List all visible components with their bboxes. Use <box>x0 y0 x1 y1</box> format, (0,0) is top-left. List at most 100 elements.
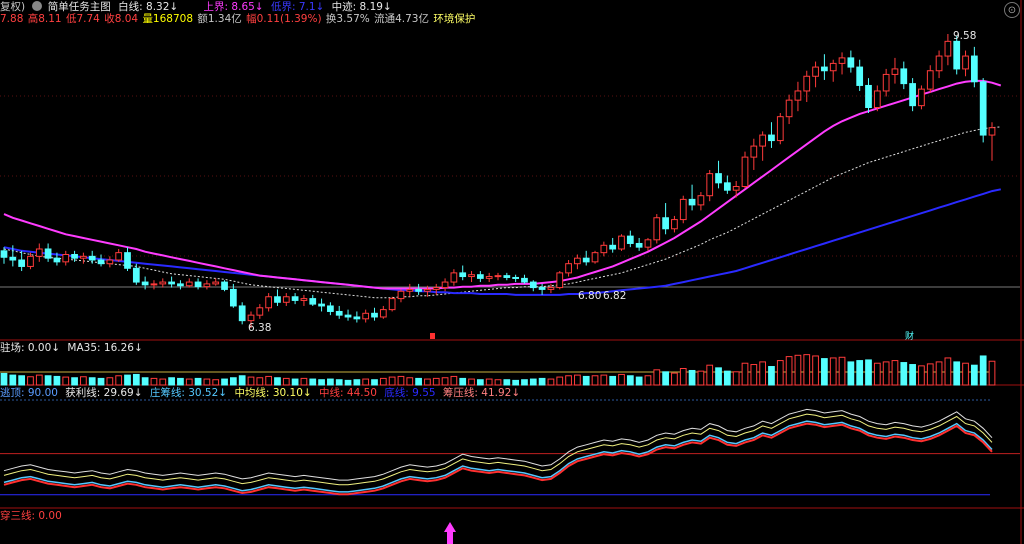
quote-turnover: 换3.57% <box>325 13 370 25</box>
volume-bar <box>415 377 422 386</box>
volume-bar <box>829 357 837 386</box>
volume-bar <box>291 378 299 386</box>
volume-label-2: MA35: 16.26↓ <box>67 342 143 354</box>
quote-float: 流通4.73亿 <box>374 13 429 25</box>
candle-body <box>459 272 467 278</box>
volume-bar <box>944 357 952 386</box>
candle-body <box>468 274 475 278</box>
ind-escape-top: 逃顶: 90.00 <box>0 387 58 399</box>
volume-bar <box>177 377 184 386</box>
candle-body <box>529 281 537 289</box>
candle-body <box>309 298 317 305</box>
white-line-value: 白线: 8.32↓ <box>118 1 179 13</box>
zoom-icon[interactable]: ⊙ <box>1004 2 1020 18</box>
volume-bar <box>194 377 202 386</box>
candle-body <box>759 134 767 147</box>
adjust-label[interactable]: 复权) <box>0 1 25 13</box>
volume-bar <box>547 378 555 386</box>
volume-bar <box>662 371 669 386</box>
volume-bar <box>574 374 581 386</box>
candle-body <box>944 40 952 57</box>
quote-sector[interactable]: 环境保护 <box>433 13 475 25</box>
mid-price-label-2: 6.82 <box>603 290 627 302</box>
volume-bar <box>150 377 158 386</box>
volume-bar <box>979 355 987 386</box>
candle-body <box>926 70 934 90</box>
volume-bar <box>274 377 281 386</box>
signal-marker <box>430 333 435 339</box>
candle-body <box>0 250 8 258</box>
quote-bar: 7.88 高8.11 低7.74 收8.04 量168708 额1.34亿 幅0… <box>0 13 479 26</box>
upper-value: 上界: 8.65↓ <box>203 1 264 13</box>
candle-body <box>203 283 211 288</box>
mid-price-label: 6.80 <box>578 290 602 302</box>
candle-body <box>626 235 634 244</box>
formula-name[interactable]: 简单任务主图 <box>48 1 111 13</box>
candle-body <box>353 316 361 320</box>
volume-bar <box>124 374 131 386</box>
candle-body <box>71 254 78 259</box>
cross-label: 穿三线: 0.00 <box>0 510 62 522</box>
candle-body <box>574 257 581 265</box>
candle-body <box>662 217 669 230</box>
volume-bar <box>432 377 440 386</box>
volume-bar <box>247 376 255 386</box>
candle-body <box>406 288 414 292</box>
candle-body <box>706 173 714 197</box>
gear-icon[interactable] <box>32 1 43 11</box>
event-marker[interactable]: 财 <box>905 331 914 344</box>
candle-body <box>300 298 308 301</box>
volume-bar <box>900 362 908 386</box>
volume-bar <box>565 375 572 386</box>
quote-change: 幅0.11(1.39%) <box>246 13 322 25</box>
volume-bar <box>441 377 449 386</box>
candle-body <box>776 116 784 142</box>
candle-body <box>106 259 114 265</box>
candle-body <box>229 288 237 307</box>
volume-bar <box>476 379 484 386</box>
quote-high: 高8.11 <box>27 13 62 25</box>
volume-bar <box>300 377 308 386</box>
volume-bar <box>538 377 546 386</box>
candle-body <box>873 90 881 109</box>
volume-bar <box>723 370 731 386</box>
candle-body <box>415 288 422 292</box>
candle-body <box>988 127 996 136</box>
candle-body <box>953 40 961 70</box>
candle-body <box>785 99 793 118</box>
volume-bar <box>556 376 564 386</box>
volume-bar <box>635 376 643 386</box>
volume-bar <box>309 378 317 386</box>
volume-bar <box>918 365 925 386</box>
ind-mid-avg: 中均线: 30.10↓ <box>234 387 312 399</box>
candle-body <box>821 66 828 72</box>
volume-bar <box>953 361 961 386</box>
volume-bar <box>406 377 414 386</box>
lower-value: 低界: 7.1↓ <box>270 1 325 13</box>
volume-bar <box>203 378 211 386</box>
volume-bar <box>327 378 334 386</box>
candle-body <box>697 195 705 206</box>
volume-bar <box>335 379 343 386</box>
osc-red-line <box>3 422 993 496</box>
volume-bar <box>812 355 819 386</box>
candle-body <box>388 298 396 311</box>
candle-body <box>27 255 34 267</box>
quote-volume: 量168708 <box>142 13 194 25</box>
volume-bar <box>847 361 855 386</box>
volume-bar <box>741 362 749 386</box>
volume-bar <box>229 377 237 386</box>
volume-bar <box>168 377 175 386</box>
candle-body <box>247 314 255 322</box>
candle-body <box>344 314 352 318</box>
candle-body <box>185 281 193 287</box>
middle-value: 中迹: 8.19↓ <box>331 1 392 13</box>
volume-bar <box>653 369 661 386</box>
volume-bar <box>62 376 70 386</box>
candle-body <box>847 57 855 68</box>
candle-body <box>424 288 431 292</box>
candle-body <box>715 173 722 184</box>
candle-body <box>168 281 175 285</box>
candle-body <box>265 296 273 309</box>
candle-body <box>256 307 264 316</box>
